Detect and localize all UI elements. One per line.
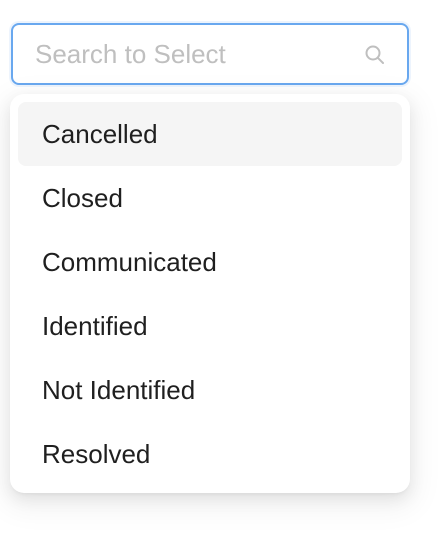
option-cancelled[interactable]: Cancelled bbox=[18, 102, 402, 166]
option-identified[interactable]: Identified bbox=[18, 294, 402, 358]
select-widget: Cancelled Closed Communicated Identified… bbox=[0, 0, 438, 542]
search-input[interactable] bbox=[13, 25, 353, 83]
dropdown-menu: Cancelled Closed Communicated Identified… bbox=[10, 94, 410, 493]
option-not-identified[interactable]: Not Identified bbox=[18, 358, 402, 422]
search-icon bbox=[365, 45, 384, 64]
search-select-box[interactable] bbox=[11, 23, 409, 85]
option-resolved[interactable]: Resolved bbox=[18, 422, 402, 486]
option-communicated[interactable]: Communicated bbox=[18, 230, 402, 294]
option-closed[interactable]: Closed bbox=[18, 166, 402, 230]
